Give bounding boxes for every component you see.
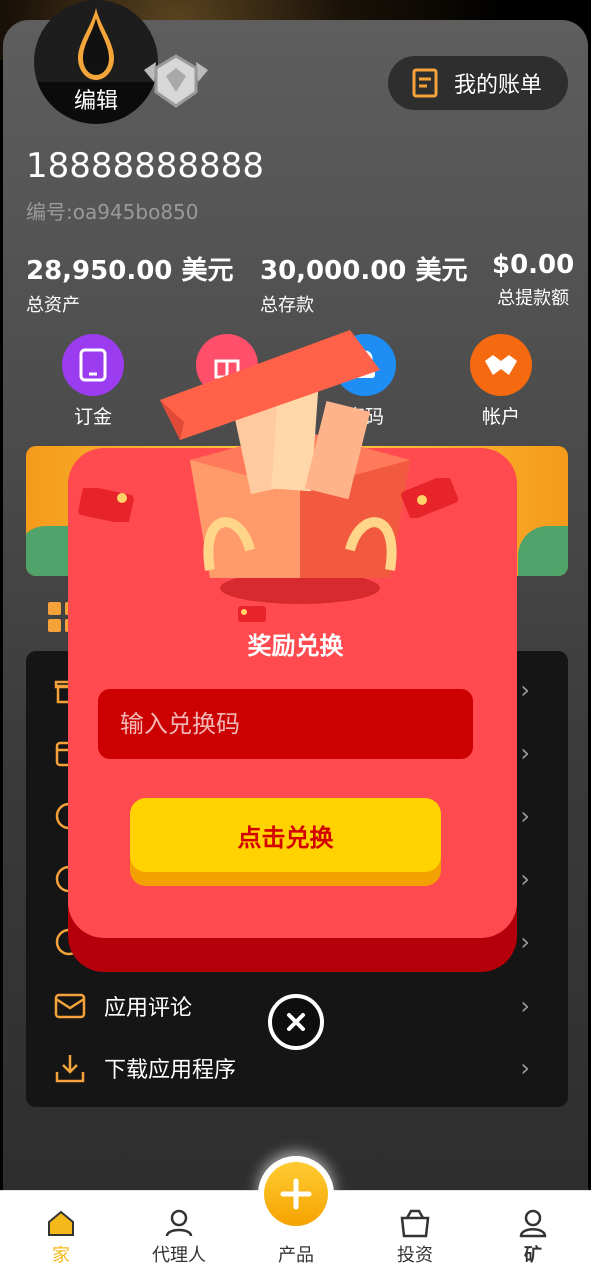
nav-label: 产品 — [278, 1245, 314, 1266]
redeem-button[interactable]: 点击兑换 — [130, 798, 441, 872]
nav-label: 代理人 — [152, 1245, 206, 1266]
red-envelope-icon — [401, 478, 459, 518]
gift-box-icon — [160, 330, 410, 604]
redeem-code-input[interactable] — [98, 689, 473, 759]
nav-home[interactable]: 家 — [16, 1205, 106, 1267]
bag-icon — [400, 1209, 430, 1238]
modal-title: 奖励兑换 — [247, 632, 344, 660]
nav-label: 家 — [52, 1245, 70, 1266]
red-envelope-icon — [78, 488, 134, 522]
nav-label: 投资 — [397, 1245, 433, 1266]
nav-mine[interactable]: 矿 — [488, 1205, 578, 1267]
nav-agent[interactable]: 代理人 — [134, 1205, 224, 1267]
user-icon — [165, 1209, 193, 1237]
profile-icon — [519, 1209, 547, 1238]
nav-label: 矿 — [524, 1245, 542, 1266]
close-icon — [287, 1013, 305, 1031]
red-envelope-icon — [238, 606, 266, 622]
close-modal-button[interactable] — [268, 994, 324, 1050]
home-icon — [48, 1210, 74, 1236]
nav-invest[interactable]: 投资 — [370, 1205, 460, 1267]
